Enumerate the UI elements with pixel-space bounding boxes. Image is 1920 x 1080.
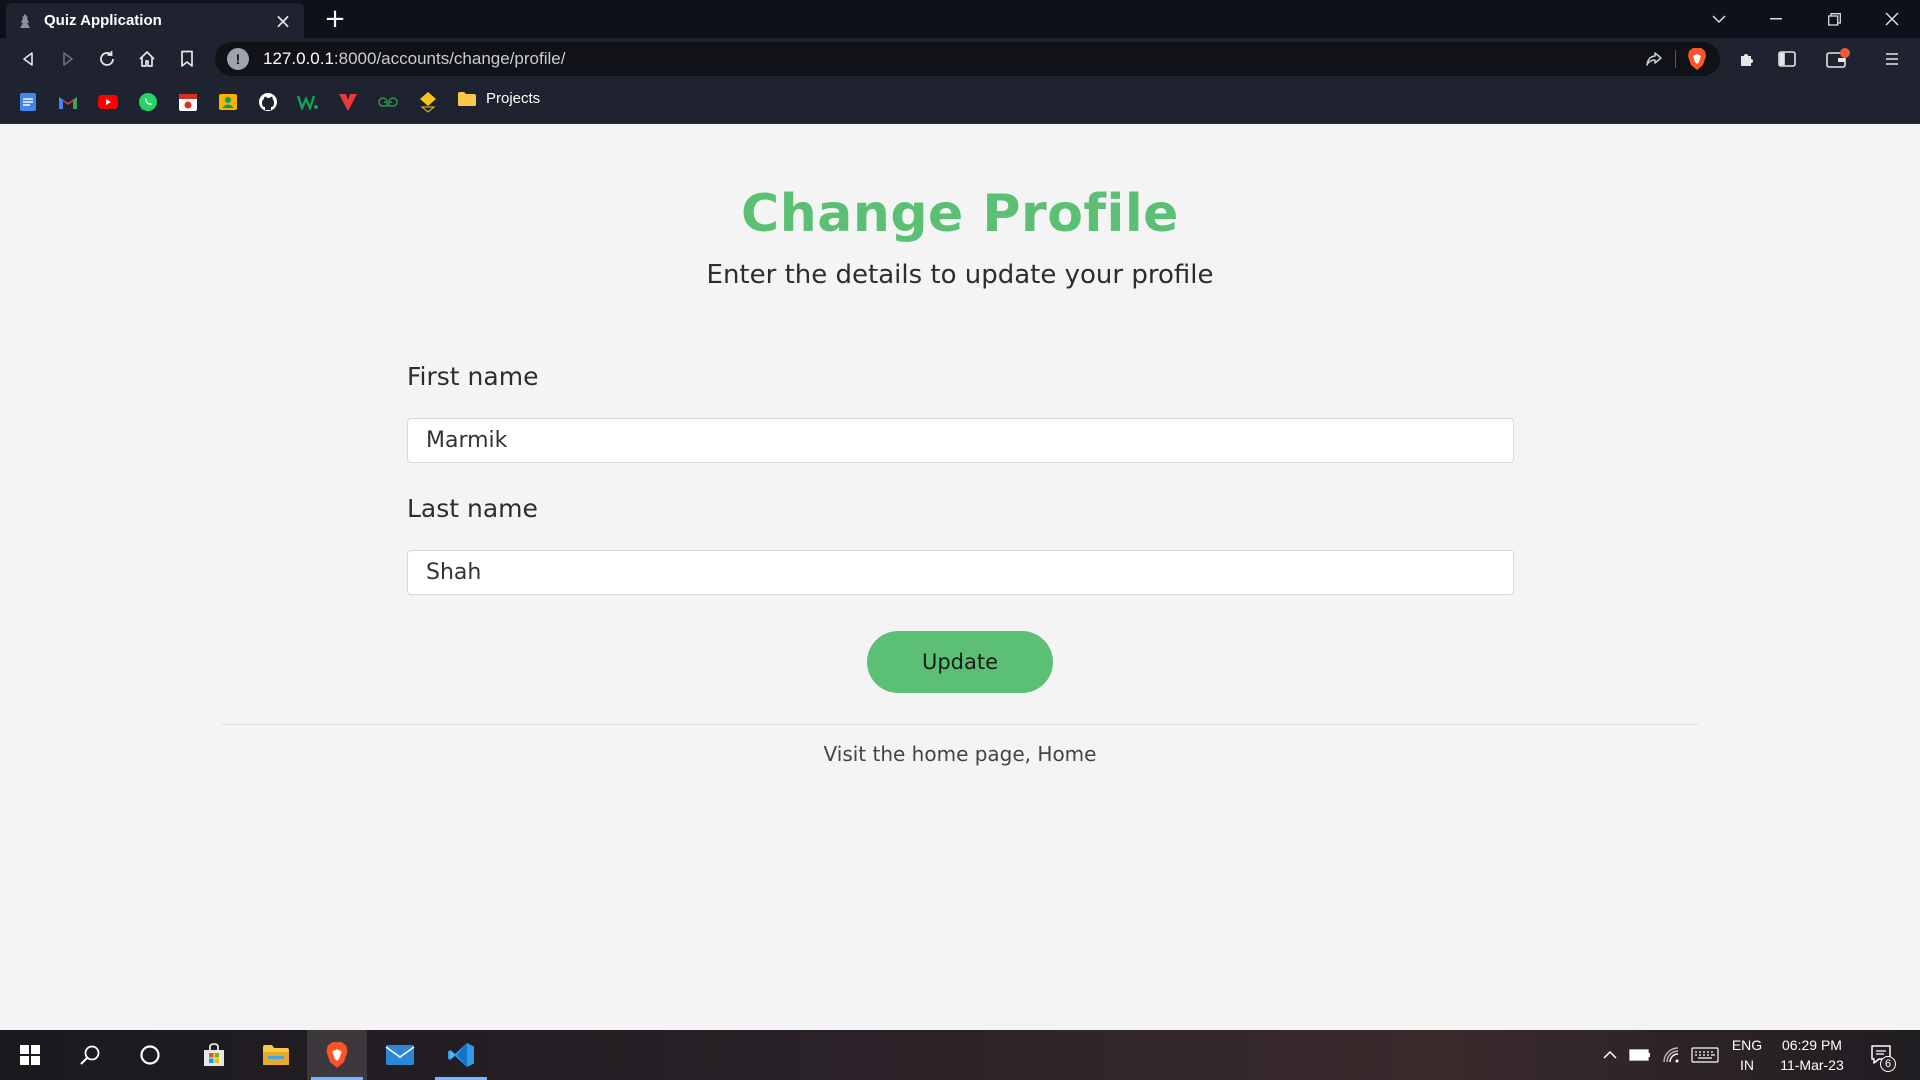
menu-icon[interactable] — [1876, 44, 1908, 74]
notification-count-badge: 6 — [1880, 1056, 1896, 1072]
sidebar-icon[interactable] — [1771, 44, 1803, 74]
vivaldi-icon[interactable] — [337, 91, 359, 113]
contacts-icon[interactable] — [217, 91, 239, 113]
last-name-label: Last name — [407, 494, 538, 523]
folder-icon — [263, 1045, 289, 1065]
windows-logo-icon — [20, 1045, 40, 1065]
extensions-icon[interactable] — [1731, 44, 1763, 74]
brave-taskbar-button[interactable] — [307, 1030, 367, 1080]
page-content: Change Profile Enter the details to upda… — [0, 124, 1920, 1030]
google-docs-icon[interactable] — [17, 91, 39, 113]
chevron-up-icon — [1603, 1051, 1617, 1059]
address-bar[interactable]: ! 127.0.0.1:8000/accounts/change/profile… — [215, 42, 1720, 76]
tab-search-chevron-icon[interactable] — [1691, 0, 1747, 38]
brave-icon — [326, 1042, 348, 1068]
clock-time: 06:29 PM — [1782, 1037, 1842, 1053]
search-button[interactable] — [60, 1030, 120, 1080]
bookmarks-bar: Projects — [0, 80, 1920, 124]
tab-title: Quiz Application — [44, 12, 162, 29]
show-hidden-icons-button[interactable] — [1598, 1030, 1622, 1080]
mail-icon — [385, 1045, 415, 1065]
page-title: Change Profile — [741, 184, 1179, 244]
region-code: IN — [1740, 1057, 1754, 1073]
github-icon[interactable] — [257, 91, 279, 113]
language-indicator[interactable]: ENG IN — [1726, 1030, 1768, 1080]
folder-icon — [458, 91, 476, 106]
browser-tab-active[interactable]: Quiz Application × — [6, 3, 304, 38]
mail-button[interactable] — [370, 1030, 430, 1080]
url-path: :8000/accounts/change/profile/ — [333, 49, 566, 68]
tab-close-icon[interactable]: × — [272, 9, 294, 33]
home-button[interactable] — [131, 44, 163, 74]
url-separator — [1675, 50, 1676, 68]
gmail-icon[interactable] — [57, 91, 79, 113]
first-name-label: First name — [407, 362, 539, 391]
language-code: ENG — [1731, 1037, 1763, 1053]
url-text: 127.0.0.1:8000/accounts/change/profile/ — [263, 49, 565, 69]
brave-shields-icon[interactable] — [1686, 47, 1708, 75]
calendar-icon[interactable] — [177, 91, 199, 113]
divider — [222, 724, 1698, 725]
browser-toolbar: ! 127.0.0.1:8000/accounts/change/profile… — [0, 38, 1920, 80]
minimize-button[interactable] — [1748, 0, 1804, 38]
bookmark-folder-label: Projects — [486, 90, 541, 107]
search-icon — [80, 1045, 100, 1065]
footer-text: Visit the home page, Home — [0, 742, 1920, 766]
file-explorer-button[interactable] — [246, 1030, 306, 1080]
keyboard-icon[interactable] — [1689, 1030, 1721, 1080]
clock-date: 11-Mar-23 — [1780, 1057, 1844, 1073]
bookmark-folder-projects[interactable]: Projects — [457, 90, 540, 107]
share-icon[interactable] — [1644, 49, 1664, 73]
browser-titlebar: Quiz Application × + — [0, 0, 1920, 38]
page-subtitle: Enter the details to update your profile — [706, 260, 1214, 290]
last-name-input[interactable] — [407, 550, 1514, 595]
update-button[interactable]: Update — [867, 631, 1053, 693]
wallet-icon[interactable] — [1822, 44, 1854, 74]
start-button[interactable] — [0, 1030, 60, 1080]
restore-button[interactable] — [1806, 0, 1862, 38]
forward-button[interactable] — [52, 44, 84, 74]
wifi-icon[interactable] — [1658, 1030, 1686, 1080]
site-info-icon[interactable]: ! — [227, 48, 249, 70]
geeksforgeeks-icon[interactable] — [377, 91, 399, 113]
back-button[interactable] — [12, 44, 44, 74]
vscode-icon — [448, 1043, 474, 1067]
clock[interactable]: 06:29 PM 11-Mar-23 — [1772, 1030, 1852, 1080]
battery-icon[interactable] — [1626, 1030, 1654, 1080]
windows-taskbar: ENG IN 06:29 PM 11-Mar-23 6 — [0, 1030, 1920, 1080]
store-icon — [204, 1043, 224, 1066]
youtube-icon[interactable] — [97, 91, 119, 113]
reload-button[interactable] — [91, 44, 123, 74]
close-window-button[interactable] — [1864, 0, 1920, 38]
sefaria-icon[interactable] — [417, 91, 439, 113]
cortana-button[interactable] — [120, 1030, 180, 1080]
microsoft-store-button[interactable] — [184, 1030, 244, 1080]
url-host: 127.0.0.1 — [263, 49, 334, 68]
action-center-button[interactable]: 6 — [1862, 1030, 1902, 1080]
footer-prefix: Visit the home page, — [823, 742, 1032, 766]
bookmark-button[interactable] — [171, 44, 203, 74]
first-name-input[interactable] — [407, 418, 1514, 463]
new-tab-button[interactable]: + — [320, 4, 350, 34]
w-icon[interactable] — [297, 91, 319, 113]
home-link[interactable]: Home — [1037, 742, 1096, 766]
page-favicon-icon — [16, 12, 34, 30]
vscode-button[interactable] — [431, 1030, 491, 1080]
cortana-icon — [140, 1045, 160, 1065]
whatsapp-icon[interactable] — [137, 91, 159, 113]
